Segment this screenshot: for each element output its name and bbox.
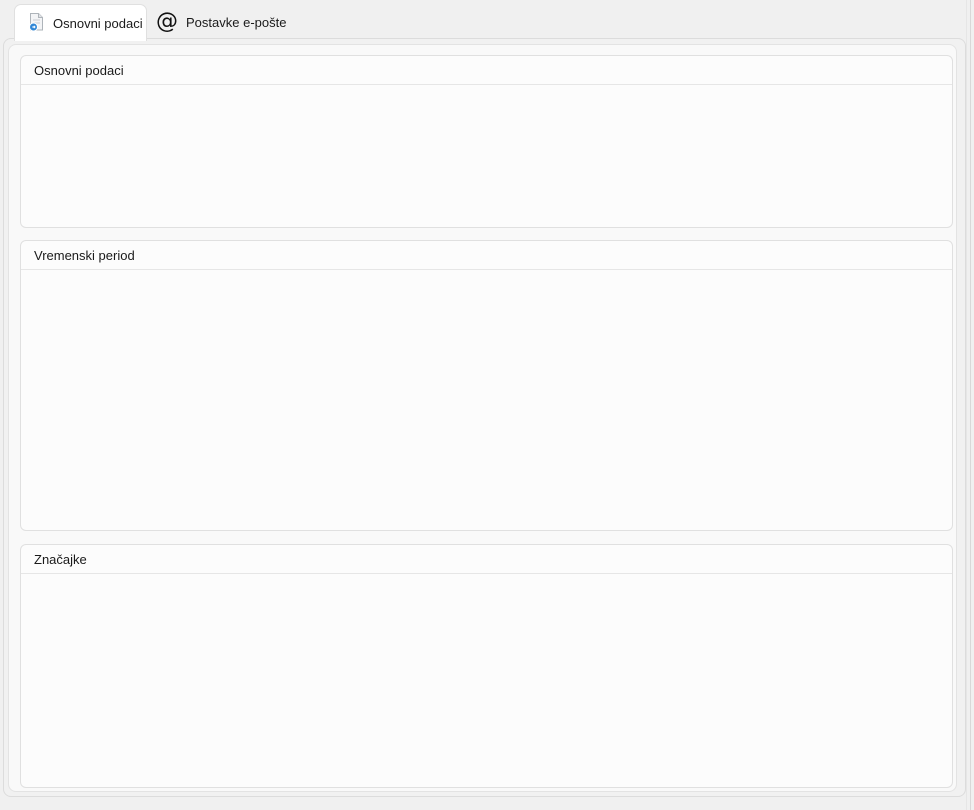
group-title: Osnovni podaci (34, 63, 124, 78)
group-osnovni-podaci: Osnovni podaci (20, 55, 953, 228)
at-icon: @ (156, 11, 178, 33)
tab-label: Osnovni podaci (53, 16, 143, 31)
tab-label: Postavke e-pošte (186, 15, 286, 30)
document-info-icon (28, 12, 45, 35)
group-vremenski-period: Vremenski period (20, 240, 953, 531)
group-title: Vremenski period (34, 248, 135, 263)
tab-osnovni-podaci[interactable]: Osnovni podaci (14, 4, 147, 41)
window-edge-line (966, 0, 967, 810)
group-znacajke: Značajke (20, 544, 953, 788)
group-title-separator (21, 84, 952, 85)
tab-postavke-eposte[interactable]: @ Postavke e-pošte (150, 5, 300, 39)
group-title: Značajke (34, 552, 87, 567)
app-window: Osnovni podaci @ Postavke e-pošte Osnovn… (0, 0, 974, 810)
group-title-separator (21, 573, 952, 574)
window-edge-line (970, 0, 971, 810)
group-title-separator (21, 269, 952, 270)
